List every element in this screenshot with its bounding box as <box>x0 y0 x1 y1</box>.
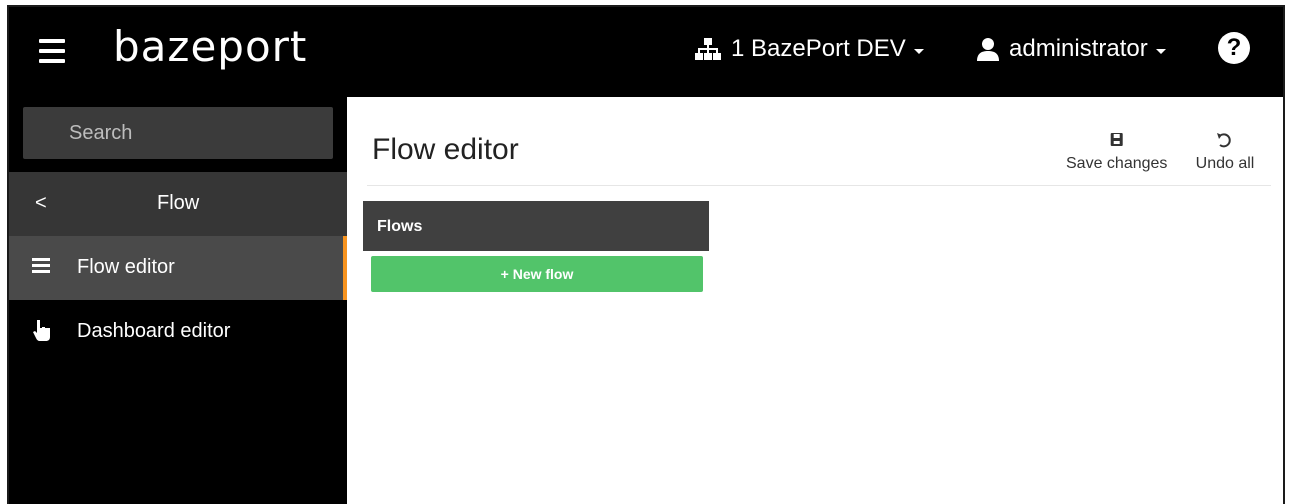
back-chevron-icon[interactable]: < <box>35 192 47 215</box>
sidebar-item-dashboard-editor[interactable]: Dashboard editor <box>9 300 347 364</box>
new-flow-button[interactable]: + New flow <box>371 256 703 292</box>
sidebar-section-flow[interactable]: < Flow <box>9 172 347 236</box>
chevron-down-icon <box>1155 48 1166 54</box>
header-divider <box>367 185 1271 186</box>
new-flow-label: New flow <box>512 266 574 282</box>
flows-panel-title: Flows <box>377 218 423 235</box>
org-selector[interactable]: 1 BazePort DEV <box>695 35 924 63</box>
sidebar-section-title: Flow <box>157 192 200 214</box>
list-icon <box>32 258 50 273</box>
user-menu[interactable]: administrator <box>977 35 1166 63</box>
chevron-down-icon <box>913 48 924 54</box>
sidebar-item-label: Flow editor <box>77 256 175 278</box>
save-changes-label: Save changes <box>1066 155 1168 172</box>
undo-all-button[interactable]: Undo all <box>1195 131 1255 173</box>
hamburger-menu-icon[interactable] <box>39 39 65 63</box>
plus-icon: + <box>500 266 513 282</box>
pointer-hand-icon <box>33 320 50 341</box>
page-title: Flow editor <box>372 133 519 166</box>
app-window: bazeport 1 BazePort DEV administrator ? … <box>7 5 1285 504</box>
main-content: Flow editor Save changes Undo all Flows … <box>347 97 1283 504</box>
sitemap-icon <box>695 38 721 60</box>
org-label: 1 BazePort DEV <box>731 35 906 62</box>
floppy-disk-icon <box>1110 133 1123 146</box>
help-icon-glyph: ? <box>1226 34 1242 61</box>
search-input[interactable] <box>23 107 333 159</box>
undo-all-label: Undo all <box>1195 155 1255 172</box>
help-icon[interactable]: ? <box>1218 32 1250 64</box>
user-icon <box>977 38 999 61</box>
sidebar-item-flow-editor[interactable]: Flow editor <box>9 236 347 300</box>
sidebar-item-label: Dashboard editor <box>77 320 231 342</box>
bazeport-logo[interactable]: bazeport <box>113 22 307 71</box>
user-label: administrator <box>1009 35 1148 62</box>
save-changes-button[interactable]: Save changes <box>1066 131 1167 173</box>
flows-panel-header: Flows <box>363 201 709 251</box>
undo-icon <box>1217 133 1231 148</box>
sidebar: < Flow Flow editor Dashboard editor <box>9 97 347 504</box>
logo-text: bazeport <box>113 22 308 71</box>
top-bar: bazeport 1 BazePort DEV administrator ? <box>9 7 1283 97</box>
